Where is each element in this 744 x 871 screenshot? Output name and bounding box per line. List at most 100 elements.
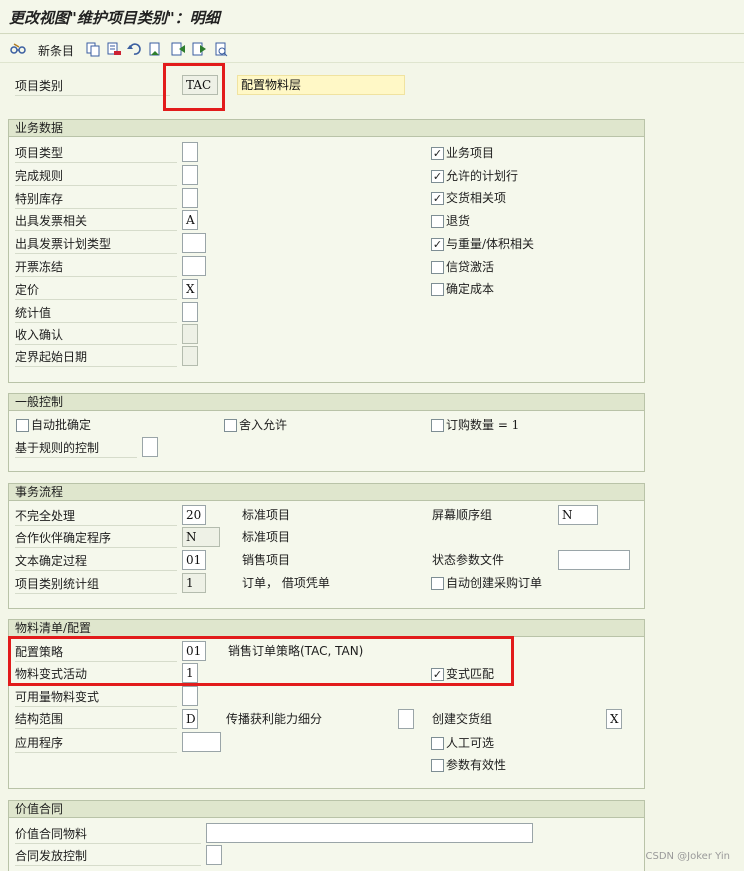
checkbox-label: 人工可选 — [446, 736, 495, 750]
profitability-segment-field[interactable] — [398, 709, 414, 729]
page-title: 更改视图"维护项目类别"：明细 — [9, 9, 220, 27]
checkbox-delivery-relevant[interactable]: ✓ — [431, 192, 444, 205]
field-label: 特别库存 — [15, 189, 177, 209]
print-icon[interactable] — [213, 41, 229, 57]
checkbox-order-qty-one[interactable] — [431, 419, 444, 432]
field-label: 出具发票计划类型 — [15, 234, 177, 254]
atp-material-variant-field[interactable] — [182, 686, 198, 706]
checkbox-label: 交货相关项 — [446, 191, 507, 205]
profitability-label: 传播获利能力细分 — [226, 712, 323, 726]
checkbox-label: 自动批确定 — [31, 418, 92, 432]
field-label: 完成规则 — [15, 166, 177, 186]
highlight-box-configuration — [8, 636, 514, 686]
previous-icon[interactable] — [170, 41, 186, 57]
watermark: CSDN @Joker Yin — [645, 851, 730, 862]
new-entries-button[interactable]: 新条目 — [38, 42, 74, 59]
statistics-group-description: 订单， 借项凭单 — [242, 576, 330, 590]
field-label: 可用量物料变式 — [15, 687, 177, 707]
checkbox-weight-volume-relevant[interactable]: ✓ — [431, 238, 444, 251]
incompletion-description: 标准项目 — [242, 508, 291, 522]
field-label: 文本确定过程 — [15, 551, 177, 571]
field-label: 项目类型 — [15, 143, 177, 163]
revenue-recognition-field — [182, 324, 198, 344]
pricing-field[interactable]: X — [182, 279, 198, 299]
field-label: 不完全处理 — [15, 506, 177, 526]
copy-icon[interactable] — [85, 41, 101, 57]
field-label: 出具发票相关 — [15, 211, 177, 231]
checkbox-parameter-effectivity[interactable] — [431, 759, 444, 772]
title-bar: 更改视图"维护项目类别"：明细 — [0, 0, 744, 34]
field-label: 结构范围 — [15, 709, 177, 729]
checkbox-label: 订购数量 = 1 — [446, 418, 520, 432]
item-category-label: 项目类别 — [15, 76, 170, 96]
general-control-group: 一般控制 — [8, 393, 645, 472]
checkbox-label: 信贷激活 — [446, 260, 495, 274]
value-contract-material-field[interactable] — [206, 823, 533, 843]
glasses-icon[interactable] — [10, 41, 26, 57]
checkbox-label: 舍入允许 — [239, 418, 288, 432]
field-label: 基于规则的控制 — [15, 438, 137, 458]
text-determination-field[interactable]: 01 — [182, 550, 206, 570]
application-toolbar: 新条目 — [0, 35, 744, 63]
special-stock-field[interactable] — [182, 188, 198, 208]
text-determination-description: 销售项目 — [242, 553, 291, 567]
checkbox-manual-alternative[interactable] — [431, 737, 444, 750]
field-label: 开票冻结 — [15, 257, 177, 277]
contract-release-control-field[interactable] — [206, 845, 222, 865]
delimitation-start-date-field — [182, 346, 198, 366]
business-data-header: 业务数据 — [9, 120, 644, 137]
screen-sequence-field[interactable]: N — [558, 505, 598, 525]
select-all-icon[interactable] — [147, 41, 163, 57]
undo-icon[interactable] — [126, 41, 142, 57]
checkbox-rounding-permitted[interactable] — [224, 419, 237, 432]
statistical-value-field[interactable] — [182, 302, 198, 322]
checkbox-schedule-lines-allowed[interactable]: ✓ — [431, 170, 444, 183]
checkbox-label: 退货 — [446, 214, 471, 228]
value-contract-header: 价值合同 — [9, 801, 644, 818]
field-label: 项目类别统计组 — [15, 574, 177, 594]
screen-sequence-label: 屏幕顺序组 — [432, 508, 493, 522]
delivery-group-label: 创建交货组 — [432, 712, 493, 726]
checkbox-determine-cost[interactable] — [431, 283, 444, 296]
checkbox-label: 与重量/体积相关 — [446, 237, 535, 251]
status-profile-field[interactable] — [558, 550, 630, 570]
field-label: 定价 — [15, 280, 177, 300]
highlight-box-item-category — [163, 63, 225, 111]
field-label: 合作伙伴确定程序 — [15, 528, 177, 548]
field-label: 统计值 — [15, 303, 177, 323]
billing-relevance-field[interactable]: A — [182, 210, 198, 230]
field-label: 合同发放控制 — [15, 846, 201, 866]
checkbox-label: 参数有效性 — [446, 758, 507, 772]
field-label: 价值合同物料 — [15, 824, 201, 844]
checkbox-label: 确定成本 — [446, 282, 495, 296]
checkbox-credit-active[interactable] — [431, 261, 444, 274]
partner-description: 标准项目 — [242, 530, 291, 544]
checkbox-returns[interactable] — [431, 215, 444, 228]
checkbox-label: 业务项目 — [446, 146, 495, 160]
field-label: 应用程序 — [15, 733, 177, 753]
checkbox-auto-batch-determination[interactable] — [16, 419, 29, 432]
incompletion-procedure-field[interactable]: 20 — [182, 505, 206, 525]
checkbox-label: 自动创建采购订单 — [446, 576, 543, 590]
structure-scope-field[interactable]: D — [182, 709, 198, 729]
general-control-header: 一般控制 — [9, 394, 644, 411]
next-icon[interactable] — [191, 41, 207, 57]
item-type-field[interactable] — [182, 142, 198, 162]
create-delivery-group-field[interactable]: X — [606, 709, 622, 729]
checkbox-business-item[interactable]: ✓ — [431, 147, 444, 160]
rule-based-control-field[interactable] — [142, 437, 158, 457]
application-field[interactable] — [182, 732, 221, 752]
completion-rule-field[interactable] — [182, 165, 198, 185]
bom-configuration-header: 物料清单/配置 — [9, 620, 644, 637]
billing-block-field[interactable] — [182, 256, 206, 276]
field-label: 收入确认 — [15, 325, 177, 345]
field-label: 定界起始日期 — [15, 347, 177, 367]
status-profile-label: 状态参数文件 — [432, 553, 505, 567]
partner-determination-field: N — [182, 527, 220, 547]
billing-plan-type-field[interactable] — [182, 233, 206, 253]
transaction-flow-header: 事务流程 — [9, 484, 644, 501]
item-category-description-field[interactable]: 配置物料层 — [237, 75, 405, 95]
checkbox-auto-po[interactable] — [431, 577, 444, 590]
checkbox-label: 允许的计划行 — [446, 169, 519, 183]
delete-icon[interactable] — [106, 41, 122, 57]
